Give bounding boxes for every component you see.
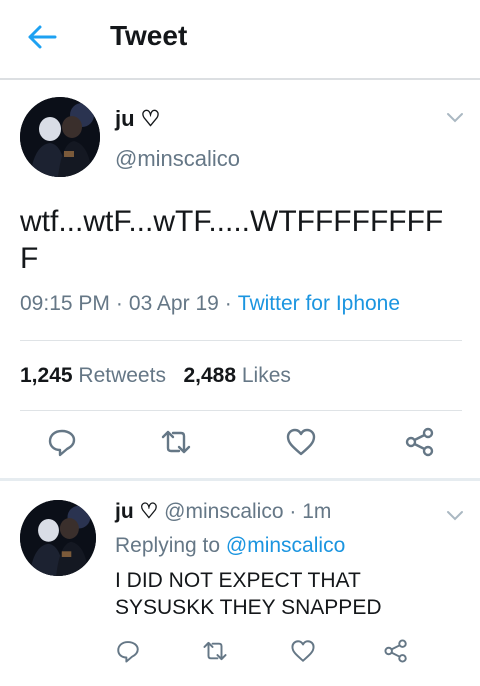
retweets-label: Retweets xyxy=(78,364,166,387)
avatar[interactable] xyxy=(20,97,100,177)
separator-dot: · xyxy=(289,500,297,523)
client-link[interactable]: Twitter for Iphone xyxy=(238,292,400,315)
retweet-icon xyxy=(161,430,191,454)
retweets-stat[interactable]: 1,245 Retweets xyxy=(20,364,166,387)
tweet-text: wtf...wtF...wTF.....WTFFFFFFFF F xyxy=(20,205,444,275)
likes-count: 2,488 xyxy=(183,364,237,387)
retweet-icon xyxy=(203,641,227,661)
separator-dot: · xyxy=(115,292,123,315)
tweet-stats: 1,245 Retweets 2,488 Likes xyxy=(20,364,291,388)
tweet-meta: 09:15 PM · 03 Apr 19 · Twitter for Iphone xyxy=(20,292,400,316)
chevron-down-icon[interactable] xyxy=(446,510,464,522)
tweet-time: 09:15 PM xyxy=(20,292,110,315)
arrow-left-icon[interactable] xyxy=(26,23,58,51)
replying-to: Replying to @minscalico xyxy=(115,534,345,558)
reply-reply-button[interactable] xyxy=(115,638,141,664)
author-handle[interactable]: @minscalico xyxy=(115,146,240,172)
share-button[interactable] xyxy=(404,426,436,458)
reply-text: I DID NOT EXPECT THAT SYSUSKK THEY SNAPP… xyxy=(115,569,382,619)
reply-author-name[interactable]: ju ♡ xyxy=(115,500,158,523)
reply-share-button[interactable] xyxy=(383,638,409,664)
author-name[interactable]: ju ♡ xyxy=(115,106,160,132)
share-icon xyxy=(384,639,407,663)
tweet-date: 03 Apr 19 xyxy=(128,292,219,315)
reply-header: ju ♡ @minscalico · 1m xyxy=(115,499,331,524)
page-title: Tweet xyxy=(110,20,188,51)
separator-dot: · xyxy=(224,292,232,315)
reply-icon xyxy=(117,641,139,663)
section-separator xyxy=(0,478,480,481)
likes-label: Likes xyxy=(241,364,291,387)
reply-icon xyxy=(48,429,76,457)
retweet-button[interactable] xyxy=(160,426,192,458)
reply-author-handle[interactable]: @minscalico xyxy=(164,500,283,523)
like-button[interactable] xyxy=(285,426,317,458)
reply-retweet-button[interactable] xyxy=(202,638,228,664)
reply-like-button[interactable] xyxy=(290,638,316,664)
reply-avatar[interactable] xyxy=(20,500,96,576)
likes-stat[interactable]: 2,488 Likes xyxy=(183,364,290,387)
heart-icon xyxy=(291,640,315,662)
reply-button[interactable] xyxy=(46,426,78,458)
reply-time: 1m xyxy=(302,500,332,523)
share-icon xyxy=(405,427,434,457)
replying-mention[interactable]: @minscalico xyxy=(226,534,345,557)
replying-prefix: Replying to xyxy=(115,534,221,557)
divider xyxy=(20,410,462,411)
heart-icon xyxy=(286,428,316,456)
top-bar: Tweet xyxy=(0,0,480,80)
chevron-down-icon[interactable] xyxy=(446,112,464,124)
divider xyxy=(20,340,462,341)
retweets-count: 1,245 xyxy=(20,364,73,387)
